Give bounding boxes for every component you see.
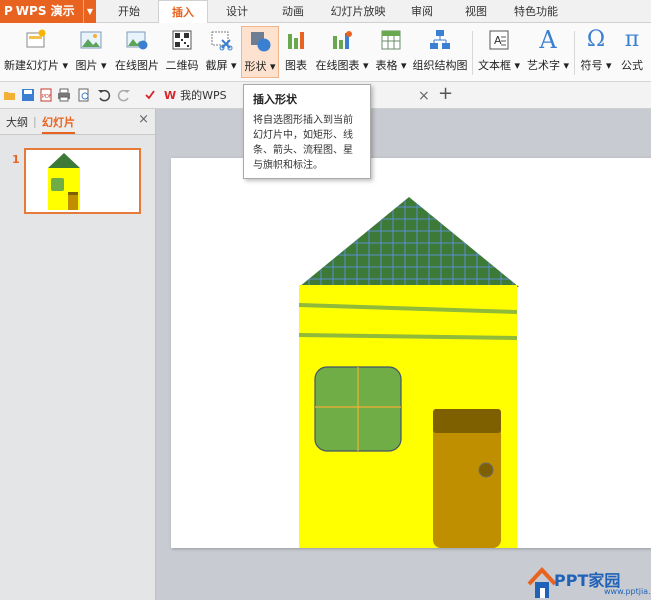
ribbon-divider bbox=[472, 31, 473, 75]
online-chart-label: 在线图表 bbox=[315, 59, 360, 72]
tab-slides[interactable]: 幻灯片 bbox=[42, 114, 75, 134]
textbox-label: 文本框 bbox=[477, 59, 511, 72]
menu-bar: P WPS 演示 ▼ 开始 插入 设计 动画 幻灯片放映 审阅 视图 特色功能 bbox=[0, 0, 651, 24]
qrcode-button[interactable]: 二维码 bbox=[164, 26, 200, 78]
symbol-button[interactable]: Ω 符号 ▾ bbox=[578, 26, 614, 78]
app-menu-button[interactable]: P WPS 演示 ▼ bbox=[0, 0, 96, 23]
slide-number: 1 bbox=[12, 153, 20, 166]
print-preview-icon[interactable] bbox=[77, 88, 91, 102]
textbox-button[interactable]: A 文本框 ▾ bbox=[476, 26, 522, 78]
house-drawing bbox=[291, 188, 531, 548]
slide-thumbnail[interactable] bbox=[24, 148, 141, 214]
org-chart-icon bbox=[430, 30, 450, 49]
watermark-subtext: www.pptjia.com bbox=[604, 587, 651, 596]
tooltip-body: 将自选图形插入到当前幻灯片中，如矩形、线条、箭头、流程图、星与旗帜和标注。 bbox=[253, 115, 353, 171]
picture-button[interactable]: 图片 ▾ bbox=[72, 26, 110, 78]
textbox-icon: A bbox=[489, 30, 509, 50]
tab-features[interactable]: 特色功能 bbox=[508, 0, 564, 23]
screenshot-label: 截屏 bbox=[205, 59, 228, 72]
new-slide-label: 新建幻灯片 bbox=[3, 59, 59, 72]
redo-icon[interactable] bbox=[117, 88, 131, 102]
customize-icon[interactable] bbox=[143, 88, 157, 102]
close-tab-icon[interactable]: × bbox=[418, 85, 430, 107]
app-name: WPS 演示 bbox=[15, 4, 75, 18]
online-picture-label: 在线图片 bbox=[115, 59, 159, 72]
chart-button[interactable]: 图表 bbox=[281, 26, 311, 78]
symbol-label: 符号 bbox=[580, 59, 603, 72]
table-button[interactable]: 表格 ▾ bbox=[372, 26, 410, 78]
print-icon[interactable] bbox=[57, 88, 71, 102]
close-panel-icon[interactable]: × bbox=[138, 112, 149, 127]
new-tab-button[interactable]: + bbox=[438, 83, 453, 105]
tab-view[interactable]: 视图 bbox=[456, 0, 496, 23]
online-picture-button[interactable]: 在线图片 bbox=[112, 26, 162, 78]
panel-tabs: 大纲 | 幻灯片 × bbox=[0, 109, 155, 135]
open-folder-icon[interactable] bbox=[3, 88, 17, 102]
tab-slideshow[interactable]: 幻灯片放映 bbox=[326, 0, 390, 23]
online-chart-icon bbox=[333, 31, 352, 49]
qrcode-label: 二维码 bbox=[165, 59, 199, 72]
tab-insert[interactable]: 插入 bbox=[158, 0, 208, 24]
shape-label: 形状 bbox=[244, 60, 267, 73]
slide-canvas[interactable] bbox=[171, 158, 651, 548]
svg-text:PDF: PDF bbox=[42, 94, 52, 100]
org-chart-button[interactable]: 组织结构图 bbox=[412, 26, 468, 78]
document-tab-mywps[interactable]: W 我的WPS bbox=[160, 85, 227, 107]
picture-icon bbox=[80, 31, 102, 49]
save-icon[interactable] bbox=[21, 88, 35, 102]
undo-icon[interactable] bbox=[97, 88, 111, 102]
slide-panel: 大纲 | 幻灯片 × 1 bbox=[0, 109, 156, 600]
shape-icon bbox=[251, 32, 271, 52]
new-slide-icon bbox=[26, 29, 46, 48]
picture-label: 图片 bbox=[75, 59, 98, 72]
bar-chart-icon bbox=[288, 32, 304, 49]
tooltip-title: 插入形状 bbox=[253, 93, 297, 106]
pi-icon: π bbox=[624, 27, 640, 52]
window-shape[interactable] bbox=[314, 366, 402, 452]
ribbon-toolbar: 新建幻灯片 ▾ 图片 ▾ 在线图片 二维码 截屏 ▾ 形状 ▾ 图表 在线图表 … bbox=[0, 23, 651, 82]
formula-button[interactable]: π 公式 bbox=[616, 26, 648, 78]
door-shape[interactable] bbox=[433, 409, 501, 548]
ribbon-divider bbox=[574, 31, 575, 75]
qrcode-icon bbox=[172, 30, 192, 50]
export-pdf-icon[interactable]: PDF bbox=[39, 88, 53, 102]
tab-home[interactable]: 开始 bbox=[108, 0, 150, 23]
tab-outline[interactable]: 大纲 bbox=[6, 114, 28, 130]
screenshot-button[interactable]: 截屏 ▾ bbox=[202, 26, 240, 78]
table-icon bbox=[381, 30, 401, 50]
svg-text:A: A bbox=[494, 34, 502, 47]
formula-label: 公式 bbox=[621, 59, 643, 72]
app-logo-icon: P bbox=[4, 4, 13, 18]
roof-triangle[interactable] bbox=[291, 188, 531, 288]
shape-button[interactable]: 形状 ▾ bbox=[241, 26, 279, 78]
tab-review[interactable]: 审阅 bbox=[402, 0, 442, 23]
online-chart-button[interactable]: 在线图表 ▾ bbox=[313, 26, 371, 78]
wordart-button[interactable]: A 艺术字 ▾ bbox=[525, 26, 571, 78]
chevron-down-icon[interactable]: ▼ bbox=[82, 0, 93, 23]
tab-design[interactable]: 设计 bbox=[216, 0, 258, 23]
wordart-icon: A bbox=[539, 26, 557, 54]
new-slide-button[interactable]: 新建幻灯片 ▾ bbox=[2, 26, 70, 78]
slide-thumbnail-preview bbox=[48, 153, 80, 210]
wps-logo-icon: W bbox=[164, 89, 177, 102]
panel-tab-divider: | bbox=[33, 115, 37, 128]
document-tab-label: 我的WPS bbox=[180, 89, 227, 102]
online-picture-icon bbox=[126, 31, 148, 50]
tab-animation[interactable]: 动画 bbox=[272, 0, 314, 23]
shape-tooltip: 插入形状 将自选图形插入到当前幻灯片中，如矩形、线条、箭头、流程图、星与旗帜和标… bbox=[243, 84, 371, 179]
org-chart-label: 组织结构图 bbox=[412, 59, 468, 72]
screenshot-icon bbox=[211, 31, 233, 51]
omega-icon: Ω bbox=[586, 27, 606, 52]
table-label: 表格 bbox=[375, 59, 398, 72]
chart-label: 图表 bbox=[285, 59, 307, 72]
wordart-label: 艺术字 bbox=[526, 59, 560, 72]
